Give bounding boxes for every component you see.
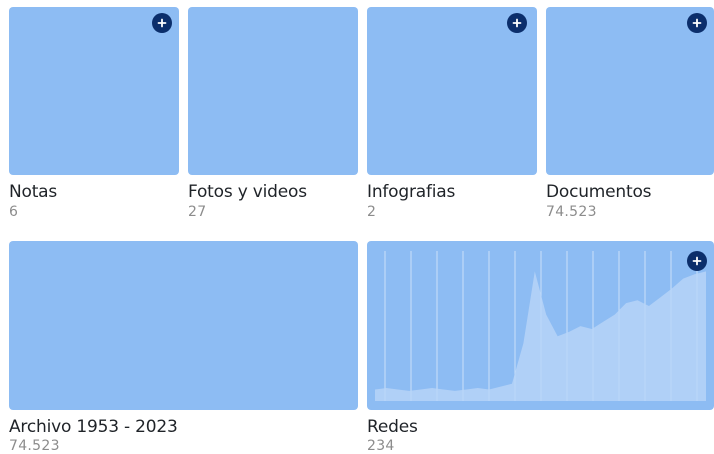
card-fotos-y-videos[interactable]: Fotos y videos 27 [188,7,358,222]
card-archivo-title: Archivo 1953 - 2023 [9,417,178,437]
card-documentos[interactable]: Documentos 74.523 [546,7,714,222]
card-fotos-y-videos-count: 27 [188,204,207,220]
card-archivo[interactable]: Archivo 1953 - 2023 74.523 [9,241,358,454]
card-notas[interactable]: Notas 6 [9,7,179,222]
plus-icon [157,18,167,28]
card-notas-thumbnail[interactable] [9,7,179,175]
add-redes-button[interactable] [687,251,707,271]
card-documentos-count: 74.523 [546,204,597,220]
add-notas-button[interactable] [152,13,172,33]
card-archivo-count: 74.523 [9,438,60,454]
add-infografias-button[interactable] [507,13,527,33]
plus-icon [692,256,702,266]
redes-activity-chart [375,251,706,401]
card-documentos-thumbnail[interactable] [546,7,714,175]
plus-icon [512,18,522,28]
card-documentos-title: Documentos [546,182,652,202]
add-documentos-button[interactable] [687,13,707,33]
card-fotos-y-videos-thumbnail[interactable] [188,7,358,175]
card-infografias-count: 2 [367,204,377,220]
card-notas-count: 6 [9,204,19,220]
card-infografias[interactable]: Infografias 2 [367,7,537,222]
card-infografias-thumbnail[interactable] [367,7,537,175]
card-infografias-title: Infografias [367,182,456,202]
card-redes-title: Redes [367,417,418,437]
card-fotos-y-videos-title: Fotos y videos [188,182,307,202]
collections-grid: Notas 6 Fotos y videos 27 Infografias 2 … [0,0,714,454]
card-redes-count: 234 [367,438,395,454]
card-redes-thumbnail[interactable] [367,241,714,410]
plus-icon [692,18,702,28]
card-archivo-thumbnail[interactable] [9,241,358,410]
card-notas-title: Notas [9,182,58,202]
card-redes[interactable]: Redes 234 [367,241,714,454]
